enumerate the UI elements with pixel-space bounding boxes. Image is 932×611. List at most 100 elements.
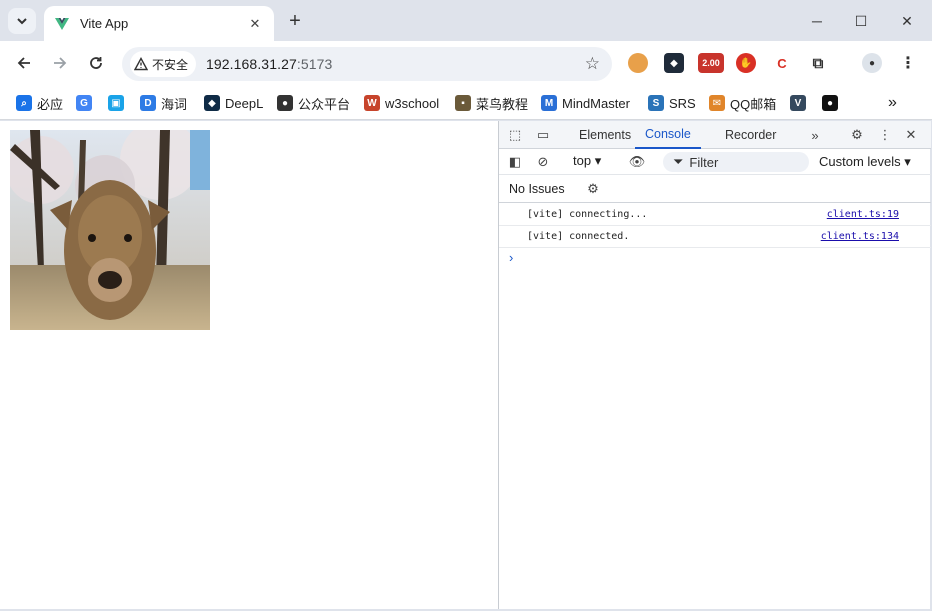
browser-toolbar: 不安全 192.168.31.27:5173 ☆ ◆ 2.00 ✋ C ⧉ ● … <box>0 41 932 86</box>
menu-dots-icon[interactable]: ⋮ <box>898 53 918 73</box>
bookmark-item[interactable]: ▣ <box>108 93 129 113</box>
close-devtools-icon[interactable]: ✕ <box>901 125 921 145</box>
tab-recorder[interactable]: Recorder <box>725 121 776 149</box>
context-label: top <box>573 153 592 168</box>
tab-title: Vite App <box>80 16 129 31</box>
vite-logo-icon <box>55 17 69 30</box>
console-source-link[interactable]: client.ts:19 <box>827 209 899 220</box>
bookmark-item[interactable]: M MindMaster <box>541 93 630 113</box>
bookmark-label: 公众平台 <box>298 96 351 112</box>
bookmark-label: 菜鸟教程 <box>476 96 529 112</box>
close-icon[interactable]: ✕ <box>246 15 264 33</box>
bookmark-item[interactable]: ▪ 菜鸟教程 <box>455 93 528 113</box>
bookmark-label: QQ邮箱 <box>730 96 777 112</box>
bookmarks-bar: ⌕ 必应 G ▣ D 海词 ◆ DeepL ● 公众平台 Ww3school ▪ 菜鸟教程 M MindMa… <box>0 86 932 120</box>
address-bar[interactable]: 不安全 192.168.31.27:5173 ☆ <box>122 47 612 81</box>
new-tab-button[interactable]: + <box>284 10 306 32</box>
chevron-down-icon <box>17 18 27 25</box>
dict-icon: D <box>140 95 156 111</box>
tab-console[interactable]: Console <box>635 121 701 149</box>
devtools-tabbar: ⬚ ▭ Elements Console Recorder » ⚙ ⋮ ✕ <box>499 121 931 149</box>
extension-c-icon[interactable]: C <box>772 53 792 73</box>
console-message: [vite] connected. client.ts:134 <box>499 226 931 248</box>
runoob-icon: ▪ <box>455 95 471 111</box>
console-message-text: [vite] connected. <box>527 231 630 242</box>
console-source-link[interactable]: client.ts:134 <box>821 231 899 242</box>
bookmark-label: 海词 <box>161 96 188 112</box>
security-label: 不安全 <box>152 57 189 72</box>
devtools-menu-icon[interactable]: ⋮ <box>875 125 895 145</box>
extension-fox-icon[interactable] <box>628 53 648 73</box>
browser-tab[interactable]: Vite App ✕ <box>44 6 274 41</box>
filter-input[interactable]: ⏷ Filter <box>663 152 809 172</box>
gear-icon[interactable]: ⚙ <box>847 125 867 145</box>
bookmark-item[interactable]: ● 公众平台 <box>277 93 350 113</box>
bookmark-label: DeepL <box>225 95 264 111</box>
minimize-icon[interactable]: ─ <box>803 8 831 34</box>
issues-bar: No Issues ⚙ <box>499 175 931 203</box>
inspect-element-icon[interactable]: ⬚ <box>505 125 525 145</box>
tab-elements[interactable]: Elements <box>579 121 631 149</box>
srs-icon: S <box>648 95 664 111</box>
clear-console-icon[interactable]: ⊘ <box>533 152 553 172</box>
url-port: :5173 <box>296 56 333 72</box>
console-settings-gear-icon[interactable]: ⚙ <box>583 179 603 199</box>
bookmark-star-icon[interactable]: ☆ <box>585 54 600 74</box>
console-prompt-chevron-icon[interactable]: › <box>509 250 513 265</box>
device-toolbar-icon[interactable]: ▭ <box>533 125 553 145</box>
github-icon: ● <box>822 95 838 111</box>
tab-search-button[interactable] <box>8 8 36 34</box>
bookmark-item[interactable]: ◆ DeepL <box>204 93 263 113</box>
url-host: 192.168.31.27 <box>206 56 297 72</box>
forward-icon[interactable] <box>48 51 72 75</box>
more-bookmarks-icon[interactable]: » <box>888 93 897 113</box>
issues-label[interactable]: No Issues <box>509 182 565 196</box>
log-levels-dropdown[interactable]: Custom levels ▾ <box>819 154 911 170</box>
more-tabs-icon[interactable]: » <box>805 125 825 145</box>
bookmark-item[interactable]: V <box>790 93 811 113</box>
bookmark-label: 必应 <box>37 96 64 112</box>
bookmark-item[interactable]: ✉ QQ邮箱 <box>709 93 776 113</box>
devtools-panel: ⬚ ▭ Elements Console Recorder » ⚙ ⋮ ✕ ◧ … <box>498 121 931 609</box>
deer-photo <box>10 130 210 330</box>
tab-strip: Vite App ✕ + ─ ☐ ✕ <box>0 0 932 41</box>
sidebar-toggle-icon[interactable]: ◧ <box>505 152 525 172</box>
profile-avatar[interactable]: ● <box>862 53 882 73</box>
extension-speed-badge[interactable]: 2.00 <box>698 53 724 73</box>
maximize-icon[interactable]: ☐ <box>847 8 875 34</box>
deepl-icon: ◆ <box>204 95 220 111</box>
filter-icon: ⏷ <box>673 154 684 169</box>
google-icon: G <box>76 95 92 111</box>
reload-icon[interactable] <box>84 51 108 75</box>
bookmark-item[interactable]: Ww3school <box>364 93 439 113</box>
vue-icon: V <box>790 95 806 111</box>
extension-cube-icon[interactable]: ◆ <box>664 53 684 73</box>
qqmail-icon: ✉ <box>709 95 725 111</box>
wechat-icon: ● <box>277 95 293 111</box>
levels-label: Custom levels <box>819 154 901 169</box>
bookmark-label: SRS <box>669 95 696 111</box>
search-icon: ⌕ <box>16 95 32 111</box>
extensions-puzzle-icon[interactable]: ⧉ <box>808 53 828 73</box>
page-viewport <box>0 121 498 609</box>
close-window-icon[interactable]: ✕ <box>893 8 921 34</box>
extension-adblock-icon[interactable]: ✋ <box>736 53 756 73</box>
filter-placeholder: Filter <box>689 154 719 170</box>
console-message-text: [vite] connecting... <box>527 209 648 220</box>
w3school-icon: W <box>364 95 380 111</box>
url-text[interactable]: 192.168.31.27:5173 <box>206 56 332 72</box>
bookmark-item[interactable]: ● <box>822 93 843 113</box>
back-icon[interactable] <box>12 51 36 75</box>
context-selector[interactable]: top ▾ <box>573 153 601 169</box>
bilibili-icon: ▣ <box>108 95 124 111</box>
bookmark-item[interactable]: D 海词 <box>140 93 187 113</box>
bookmark-label: MindMaster <box>562 95 630 111</box>
eye-icon[interactable]: 👁 <box>627 152 647 172</box>
bookmark-label: w3school <box>385 95 440 111</box>
bookmark-item[interactable]: G <box>76 93 97 113</box>
console-message: [vite] connecting... client.ts:19 <box>499 204 931 226</box>
security-chip[interactable]: 不安全 <box>130 51 197 77</box>
bookmark-item[interactable]: S SRS <box>648 93 696 113</box>
bookmark-item[interactable]: ⌕ 必应 <box>16 93 63 113</box>
warning-icon <box>134 57 148 71</box>
